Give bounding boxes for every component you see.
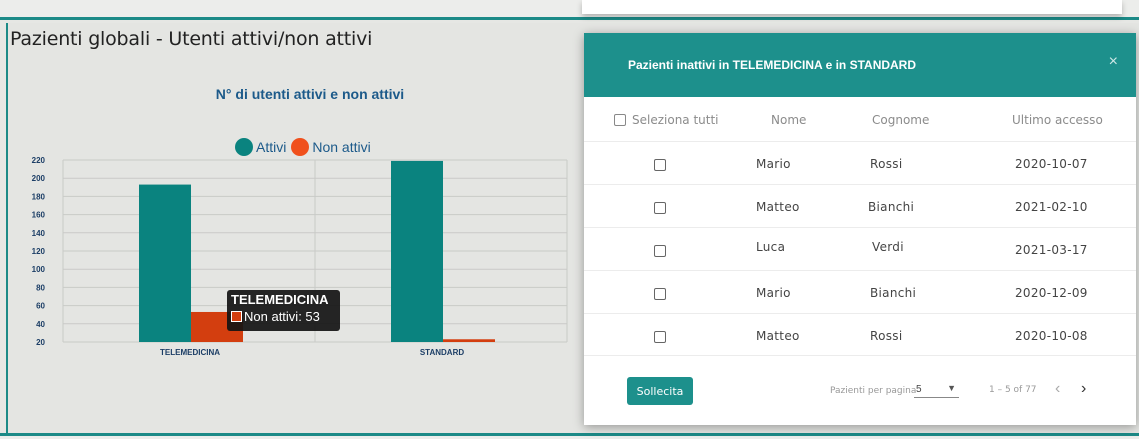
table-row: Luca Verdi 2021-03-17 (584, 227, 1136, 270)
y-tick-label: 200 (32, 174, 46, 183)
cell-name: Luca (756, 240, 786, 254)
column-header-surname: Cognome (872, 113, 930, 127)
cell-last-access: 2021-03-17 (1015, 243, 1088, 257)
cell-last-access: 2020-10-08 (1015, 329, 1088, 343)
y-tick-label: 100 (32, 265, 46, 274)
tooltip-value: Non attivi: 53 (244, 309, 320, 324)
top-card (582, 0, 1122, 14)
cell-surname: Bianchi (868, 200, 915, 214)
cell-last-access: 2021-02-10 (1015, 200, 1088, 214)
table-row: Matteo Bianchi 2021-02-10 (584, 184, 1136, 227)
table-row: Mario Bianchi 2020-12-09 (584, 270, 1136, 313)
cell-surname: Rossi (870, 329, 903, 343)
y-tick-label: 160 (32, 211, 46, 220)
cell-surname: Rossi (870, 157, 903, 171)
cell-last-access: 2020-12-09 (1015, 286, 1088, 300)
y-tick-label: 60 (36, 302, 45, 311)
column-header-name: Nome (771, 113, 807, 127)
pagination-range: 1 – 5 of 77 (989, 385, 1037, 395)
select-all-label: Seleziona tutti (632, 113, 719, 127)
column-header-last-access: Ultimo accesso (1012, 113, 1103, 127)
dialog-header: Pazienti inattivi in TELEMEDICINA e in S… (584, 33, 1136, 97)
y-tick-label: 20 (36, 338, 45, 347)
y-tick-label: 180 (32, 192, 46, 201)
tooltip-row: Non attivi: 53 (231, 309, 336, 324)
cell-surname: Verdi (872, 240, 904, 254)
y-tick-label: 120 (32, 247, 46, 256)
y-tick-label: 80 (36, 283, 45, 292)
cell-last-access: 2020-10-07 (1015, 157, 1088, 171)
y-tick-label: 140 (32, 229, 46, 238)
per-page-select[interactable]: 5 ▼ (914, 382, 959, 398)
per-page-label: Pazienti per pagina (830, 386, 917, 396)
x-tick-label: TELEMEDICINA (160, 348, 220, 357)
cell-name: Mario (756, 286, 791, 300)
bar-attivi-standard (391, 160, 443, 342)
cell-name: Matteo (756, 329, 800, 343)
dialog-footer: Sollecita Pazienti per pagina 5 ▼ 1 – 5 … (584, 373, 1136, 413)
chevron-down-icon: ▼ (947, 383, 956, 393)
x-tick-label: STANDARD (420, 348, 465, 357)
row-checkbox[interactable] (654, 331, 666, 343)
select-all-header[interactable]: Seleziona tutti (614, 113, 719, 127)
bar-attivi-telemedicina (139, 184, 191, 342)
y-tick-label: 40 (36, 320, 45, 329)
chart-tooltip: TELEMEDICINA Non attivi: 53 (227, 290, 340, 331)
table-row: Matteo Rossi 2020-10-08 (584, 313, 1136, 356)
close-icon[interactable]: × (1109, 53, 1118, 71)
next-page-icon[interactable]: › (1081, 380, 1086, 398)
dialog-title: Pazienti inattivi in TELEMEDICINA e in S… (628, 58, 917, 72)
row-checkbox[interactable] (654, 288, 666, 300)
bar-chart: 20 40 60 80 100 120 140 160 180 200 220 TELEMEDICIN… (32, 156, 568, 357)
cell-name: Mario (756, 157, 791, 171)
row-checkbox[interactable] (654, 202, 666, 214)
per-page-value: 5 (916, 384, 922, 395)
row-checkbox[interactable] (654, 245, 666, 257)
row-checkbox[interactable] (654, 159, 666, 171)
select-all-checkbox[interactable] (614, 114, 626, 126)
inactive-patients-dialog: Pazienti inattivi in TELEMEDICINA e in S… (584, 33, 1136, 425)
previous-page-icon[interactable]: ‹ (1055, 380, 1060, 398)
tooltip-swatch (231, 311, 242, 322)
sollecita-button[interactable]: Sollecita (627, 377, 693, 405)
cell-surname: Bianchi (870, 286, 917, 300)
table-row: Mario Rossi 2020-10-07 (584, 141, 1136, 184)
cell-name: Matteo (756, 200, 800, 214)
y-tick-label: 220 (32, 156, 46, 165)
bar-non-attivi-standard (443, 339, 495, 342)
tooltip-title: TELEMEDICINA (231, 292, 329, 307)
